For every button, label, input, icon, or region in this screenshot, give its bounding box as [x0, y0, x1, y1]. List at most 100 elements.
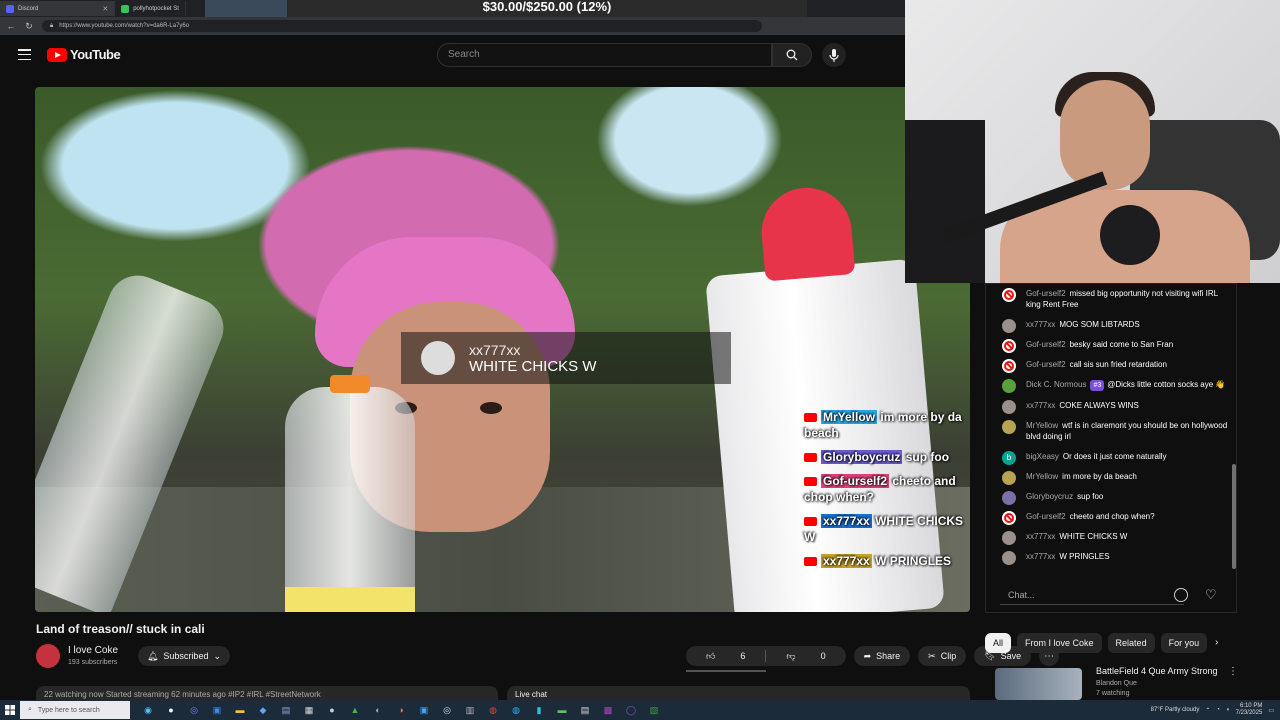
- app-icon[interactable]: ◆: [255, 703, 271, 717]
- dislike-button[interactable]: 👎︎ 0: [766, 646, 845, 666]
- folder-icon[interactable]: ▬: [232, 703, 248, 717]
- channel-avatar[interactable]: [36, 644, 60, 668]
- like-button[interactable]: 👍︎ 6: [686, 646, 765, 666]
- notification-icon[interactable]: ▭: [1268, 707, 1274, 714]
- steam-icon[interactable]: ●: [163, 703, 179, 717]
- tab-discord[interactable]: Discord ✕: [0, 1, 116, 16]
- tab-label: pollyhotpocket St: [133, 5, 179, 12]
- app-icon[interactable]: ▧: [646, 703, 662, 717]
- back-icon[interactable]: ←: [6, 21, 16, 31]
- edge-icon[interactable]: ◉: [140, 703, 156, 717]
- chat-author[interactable]: Dick C. Normous: [1026, 380, 1086, 389]
- app-icon[interactable]: ◐: [370, 703, 386, 717]
- chat-author[interactable]: Gof-urself2: [1026, 289, 1066, 298]
- clip-button[interactable]: ✂ Clip: [918, 646, 967, 666]
- recommended-video-title[interactable]: BattleField 4 Que Army Strong: [1096, 666, 1218, 676]
- chat-author[interactable]: Gof-urself2: [1026, 512, 1066, 521]
- webcam-feed: [905, 0, 1280, 283]
- chat-author[interactable]: Gof-urself2: [1026, 340, 1066, 349]
- chat-author[interactable]: xx777xx: [1026, 320, 1055, 329]
- chat-author[interactable]: Gof-urself2: [1026, 360, 1066, 369]
- close-icon[interactable]: ✕: [102, 5, 108, 13]
- avatar[interactable]: [1002, 359, 1016, 373]
- network-icon[interactable]: ◔: [1216, 707, 1220, 713]
- chat-author[interactable]: xx777xx: [1026, 401, 1055, 410]
- search-button[interactable]: [772, 43, 812, 67]
- chip-all[interactable]: All: [985, 633, 1012, 653]
- tab-label: Discord: [18, 5, 39, 12]
- avatar[interactable]: b: [1002, 451, 1016, 465]
- chat-author[interactable]: xx777xx: [1026, 532, 1055, 541]
- discord-icon[interactable]: ◎: [186, 703, 202, 717]
- recommended-video-channel[interactable]: Blandon Que: [1096, 680, 1137, 687]
- chat-message: MrYellow wtf is in claremont you should b…: [986, 420, 1231, 442]
- avatar[interactable]: [1002, 491, 1016, 505]
- avatar[interactable]: [1002, 551, 1016, 565]
- app-icon[interactable]: ▲: [347, 703, 363, 717]
- clock[interactable]: 6:10 PM 7/23/2025: [1236, 703, 1263, 717]
- avatar[interactable]: [1002, 420, 1016, 434]
- chip-for-you[interactable]: For you: [1160, 633, 1208, 653]
- live-chat-panel: Gof-urself2 missed big opportunity not vi…: [985, 283, 1237, 613]
- share-button[interactable]: ➦ Share: [853, 646, 911, 666]
- more-vertical-icon[interactable]: ⋮: [1228, 666, 1238, 677]
- like-count: 6: [740, 651, 746, 661]
- chat-author[interactable]: MrYellow: [1026, 472, 1058, 481]
- avatar[interactable]: [1002, 339, 1016, 353]
- avatar[interactable]: [1002, 400, 1016, 414]
- youtube-icon: [804, 453, 817, 463]
- chat-author[interactable]: bigXeasy: [1026, 452, 1059, 461]
- weather-status[interactable]: 87°F Partly cloudy: [1151, 707, 1200, 713]
- app-icon[interactable]: ▩: [600, 703, 616, 717]
- subscribed-button[interactable]: 🔔︎ Subscribed ⌄: [138, 646, 230, 666]
- chat-text: MOG SOM LIBTARDS: [1059, 320, 1140, 329]
- live-chat-messages[interactable]: Gof-urself2 missed big opportunity not vi…: [986, 288, 1231, 578]
- app-icon[interactable]: ◍: [508, 703, 524, 717]
- heart-icon[interactable]: ♡: [1205, 588, 1220, 602]
- video-player[interactable]: xx777xx WHITE CHICKS W MrYellow im more …: [35, 87, 970, 612]
- avatar[interactable]: [1002, 531, 1016, 545]
- channel-name[interactable]: I love Coke: [68, 645, 118, 656]
- voice-search-button[interactable]: [822, 43, 846, 67]
- reload-icon[interactable]: ↻: [24, 21, 34, 32]
- app-icon[interactable]: ▤: [278, 703, 294, 717]
- emoji-icon[interactable]: [1174, 588, 1188, 602]
- search-input[interactable]: Search: [437, 43, 772, 67]
- avatar[interactable]: [1002, 471, 1016, 485]
- avatar[interactable]: [1002, 379, 1016, 393]
- alert-avatar: [421, 341, 455, 375]
- app-icon[interactable]: ▣: [416, 703, 432, 717]
- youtube-logo[interactable]: YouTube: [47, 47, 121, 62]
- avatar[interactable]: [1002, 511, 1016, 525]
- speaker-icon[interactable]: ◖: [1226, 707, 1230, 713]
- app-icon[interactable]: ●: [324, 703, 340, 717]
- app-icon[interactable]: ▤: [577, 703, 593, 717]
- chat-author[interactable]: Gloryboycruz: [1026, 492, 1073, 501]
- outlook-icon[interactable]: ▣: [209, 703, 225, 717]
- chip-related[interactable]: Related: [1107, 633, 1155, 653]
- app-icon[interactable]: ◎: [439, 703, 455, 717]
- app-icon[interactable]: ▬: [554, 703, 570, 717]
- taskbar-search-input[interactable]: ⌕ Type here to search: [20, 701, 130, 719]
- chevron-up-icon[interactable]: ⌃: [1205, 707, 1210, 714]
- tab-pollyhotpocket[interactable]: pollyhotpocket St: [115, 1, 186, 16]
- hamburger-menu-icon[interactable]: [18, 49, 31, 60]
- chevron-right-icon[interactable]: ›: [1215, 637, 1218, 648]
- avatar[interactable]: [1002, 319, 1016, 333]
- chrome-icon[interactable]: ◍: [485, 703, 501, 717]
- url-field[interactable]: 🔒︎ https://www.youtube.com/watch?v=da6R-…: [42, 20, 762, 32]
- app-icon[interactable]: ◯: [623, 703, 639, 717]
- windows-start-icon[interactable]: [0, 705, 20, 715]
- app-icon[interactable]: ▮: [531, 703, 547, 717]
- chat-message: Gof-urself2 cheeto and chop when?: [986, 511, 1231, 525]
- chat-author[interactable]: MrYellow: [1026, 421, 1058, 430]
- chip-from-channel[interactable]: From I love Coke: [1017, 633, 1102, 653]
- avatar[interactable]: [1002, 288, 1016, 302]
- app-icon[interactable]: ◑: [393, 703, 409, 717]
- app-icon[interactable]: ▥: [462, 703, 478, 717]
- recommended-video-thumbnail[interactable]: [995, 668, 1082, 700]
- chat-input[interactable]: Chat...: [1000, 587, 1184, 603]
- chat-scrollbar[interactable]: [1232, 464, 1236, 569]
- chat-author[interactable]: xx777xx: [1026, 552, 1055, 561]
- app-icon[interactable]: ▦: [301, 703, 317, 717]
